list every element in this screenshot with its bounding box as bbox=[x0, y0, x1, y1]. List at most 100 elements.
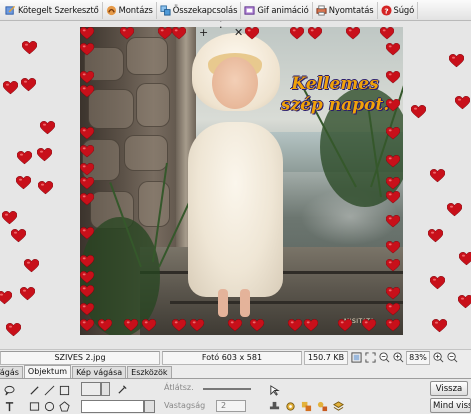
opacity-label: Átlátsz. bbox=[164, 383, 194, 392]
heart-decoration bbox=[386, 155, 400, 168]
pentagon-tool[interactable] bbox=[58, 400, 70, 412]
square-outline-icon bbox=[59, 385, 69, 395]
tab-object[interactable]: Objektum bbox=[23, 365, 72, 378]
heart-decoration bbox=[11, 229, 26, 243]
heart-decoration bbox=[80, 127, 94, 140]
greeting-text: Kellemes szép napot. bbox=[270, 74, 400, 116]
zoom-out-icon bbox=[379, 352, 390, 363]
status-filename: SZIVES 2.jpg bbox=[0, 350, 160, 365]
text-tool[interactable] bbox=[3, 400, 15, 412]
combine-button[interactable]: Összekapcsolás bbox=[157, 1, 242, 19]
heart-decoration bbox=[228, 319, 242, 332]
speech-bubble-icon bbox=[3, 385, 15, 395]
heart-decoration bbox=[158, 27, 172, 40]
eyedropper-tool[interactable] bbox=[116, 383, 128, 395]
gear-icon bbox=[285, 401, 295, 411]
heart-decoration bbox=[458, 295, 471, 309]
heart-decoration bbox=[447, 203, 462, 217]
rectangle-icon bbox=[29, 401, 39, 411]
heart-decoration bbox=[20, 287, 35, 301]
heart-decoration bbox=[288, 319, 302, 332]
diagonal-line-icon bbox=[44, 385, 54, 395]
status-photo-size: Fotó 603 x 581 bbox=[162, 350, 302, 365]
thickness-spinner[interactable]: 2 bbox=[216, 400, 246, 412]
heart-decoration bbox=[386, 43, 400, 56]
combine-label: Összekapcsolás bbox=[172, 5, 238, 15]
line-color-dropdown[interactable] bbox=[144, 400, 155, 413]
batch-editor-button[interactable]: Kötegelt Szerkesztő bbox=[2, 1, 103, 19]
expand-icon bbox=[365, 352, 376, 363]
rectangle-tool[interactable] bbox=[28, 400, 40, 412]
fill-color-swatch[interactable] bbox=[81, 382, 101, 396]
object-tool-panel: Átlátsz. Vastagság 2 Vissza Mind vissza bbox=[0, 379, 471, 414]
ungroup-objects-tool[interactable] bbox=[316, 400, 328, 412]
heart-decoration bbox=[449, 54, 464, 68]
heart-decoration bbox=[386, 215, 400, 228]
gif-animation-icon bbox=[244, 5, 255, 15]
heart-decoration bbox=[80, 85, 94, 98]
zoom-out-icon-2 bbox=[447, 352, 458, 363]
ellipse-tool[interactable] bbox=[43, 400, 55, 412]
heart-decoration bbox=[172, 27, 186, 40]
zoom-in-button[interactable] bbox=[432, 351, 445, 364]
montage-button[interactable]: Montázs bbox=[103, 1, 157, 19]
heart-decoration bbox=[386, 71, 400, 84]
print-button[interactable]: Nyomtatás bbox=[313, 1, 378, 19]
zoom-out-small-button[interactable] bbox=[378, 351, 391, 364]
heart-decoration bbox=[16, 176, 31, 190]
heart-decoration bbox=[362, 319, 376, 332]
actual-size-button[interactable] bbox=[364, 351, 377, 364]
cursor-arrow-icon bbox=[269, 384, 280, 396]
heart-decoration bbox=[80, 163, 94, 176]
svg-text:?: ? bbox=[384, 6, 388, 15]
select-pointer-tool[interactable] bbox=[268, 384, 280, 396]
line-tool[interactable] bbox=[28, 384, 40, 396]
reset-button[interactable]: Vissza bbox=[430, 381, 468, 396]
thickness-label: Vastagság bbox=[164, 401, 206, 410]
heart-decoration bbox=[290, 27, 304, 40]
heart-decoration bbox=[38, 181, 53, 195]
zoom-in-small-button[interactable] bbox=[392, 351, 405, 364]
send-back-tool[interactable] bbox=[332, 400, 344, 412]
bring-front-tool[interactable] bbox=[284, 400, 296, 412]
workspace: Kellemes szép napot. MISITATA + ⁚ ✕ bbox=[0, 21, 471, 349]
group-objects-tool[interactable] bbox=[300, 400, 312, 412]
tab-image-crop[interactable]: Kép vágása bbox=[72, 366, 127, 378]
rectangle-select-tool[interactable] bbox=[58, 384, 70, 396]
opacity-slider[interactable] bbox=[203, 388, 251, 390]
heart-decoration bbox=[3, 81, 18, 95]
stamp-icon bbox=[269, 401, 279, 409]
heart-decoration bbox=[386, 287, 400, 300]
heart-decoration bbox=[24, 259, 39, 273]
reset-all-button[interactable]: Mind vissza bbox=[430, 398, 471, 413]
image-canvas[interactable]: Kellemes szép napot. MISITATA bbox=[80, 27, 403, 335]
move-handle[interactable]: + bbox=[199, 27, 208, 38]
heart-decoration bbox=[386, 241, 400, 254]
heart-decoration bbox=[80, 145, 94, 158]
pentagon-icon bbox=[58, 400, 70, 412]
heart-decoration bbox=[40, 121, 55, 135]
heart-decoration bbox=[80, 255, 94, 268]
fit-window-button[interactable] bbox=[350, 351, 363, 364]
clone-stamp-tool[interactable] bbox=[268, 400, 280, 412]
diagonal-line-tool[interactable] bbox=[43, 384, 55, 396]
eyedropper-icon bbox=[117, 384, 127, 394]
text-t-icon bbox=[5, 401, 13, 411]
heart-decoration bbox=[80, 193, 94, 206]
heart-decoration bbox=[80, 303, 94, 316]
gif-animation-button[interactable]: Gif animáció bbox=[241, 1, 313, 19]
tab-tools[interactable]: Eszközök bbox=[127, 366, 172, 378]
heart-decoration bbox=[2, 211, 17, 225]
selection-handle-top[interactable]: ⁚ bbox=[219, 21, 223, 30]
heart-decoration bbox=[80, 285, 94, 298]
fill-color-dropdown[interactable] bbox=[101, 382, 110, 396]
tab-crop[interactable]: Vágás bbox=[0, 366, 23, 378]
delete-object-handle[interactable]: ✕ bbox=[234, 27, 243, 38]
heart-decoration bbox=[17, 151, 32, 165]
batch-edit-icon bbox=[5, 5, 16, 15]
speech-bubble-tool[interactable] bbox=[3, 384, 15, 396]
zoom-out-button[interactable] bbox=[446, 351, 459, 364]
heart-decoration bbox=[80, 319, 94, 332]
help-button[interactable]: ? Súgó bbox=[378, 1, 419, 19]
line-color-swatch[interactable] bbox=[81, 400, 144, 413]
